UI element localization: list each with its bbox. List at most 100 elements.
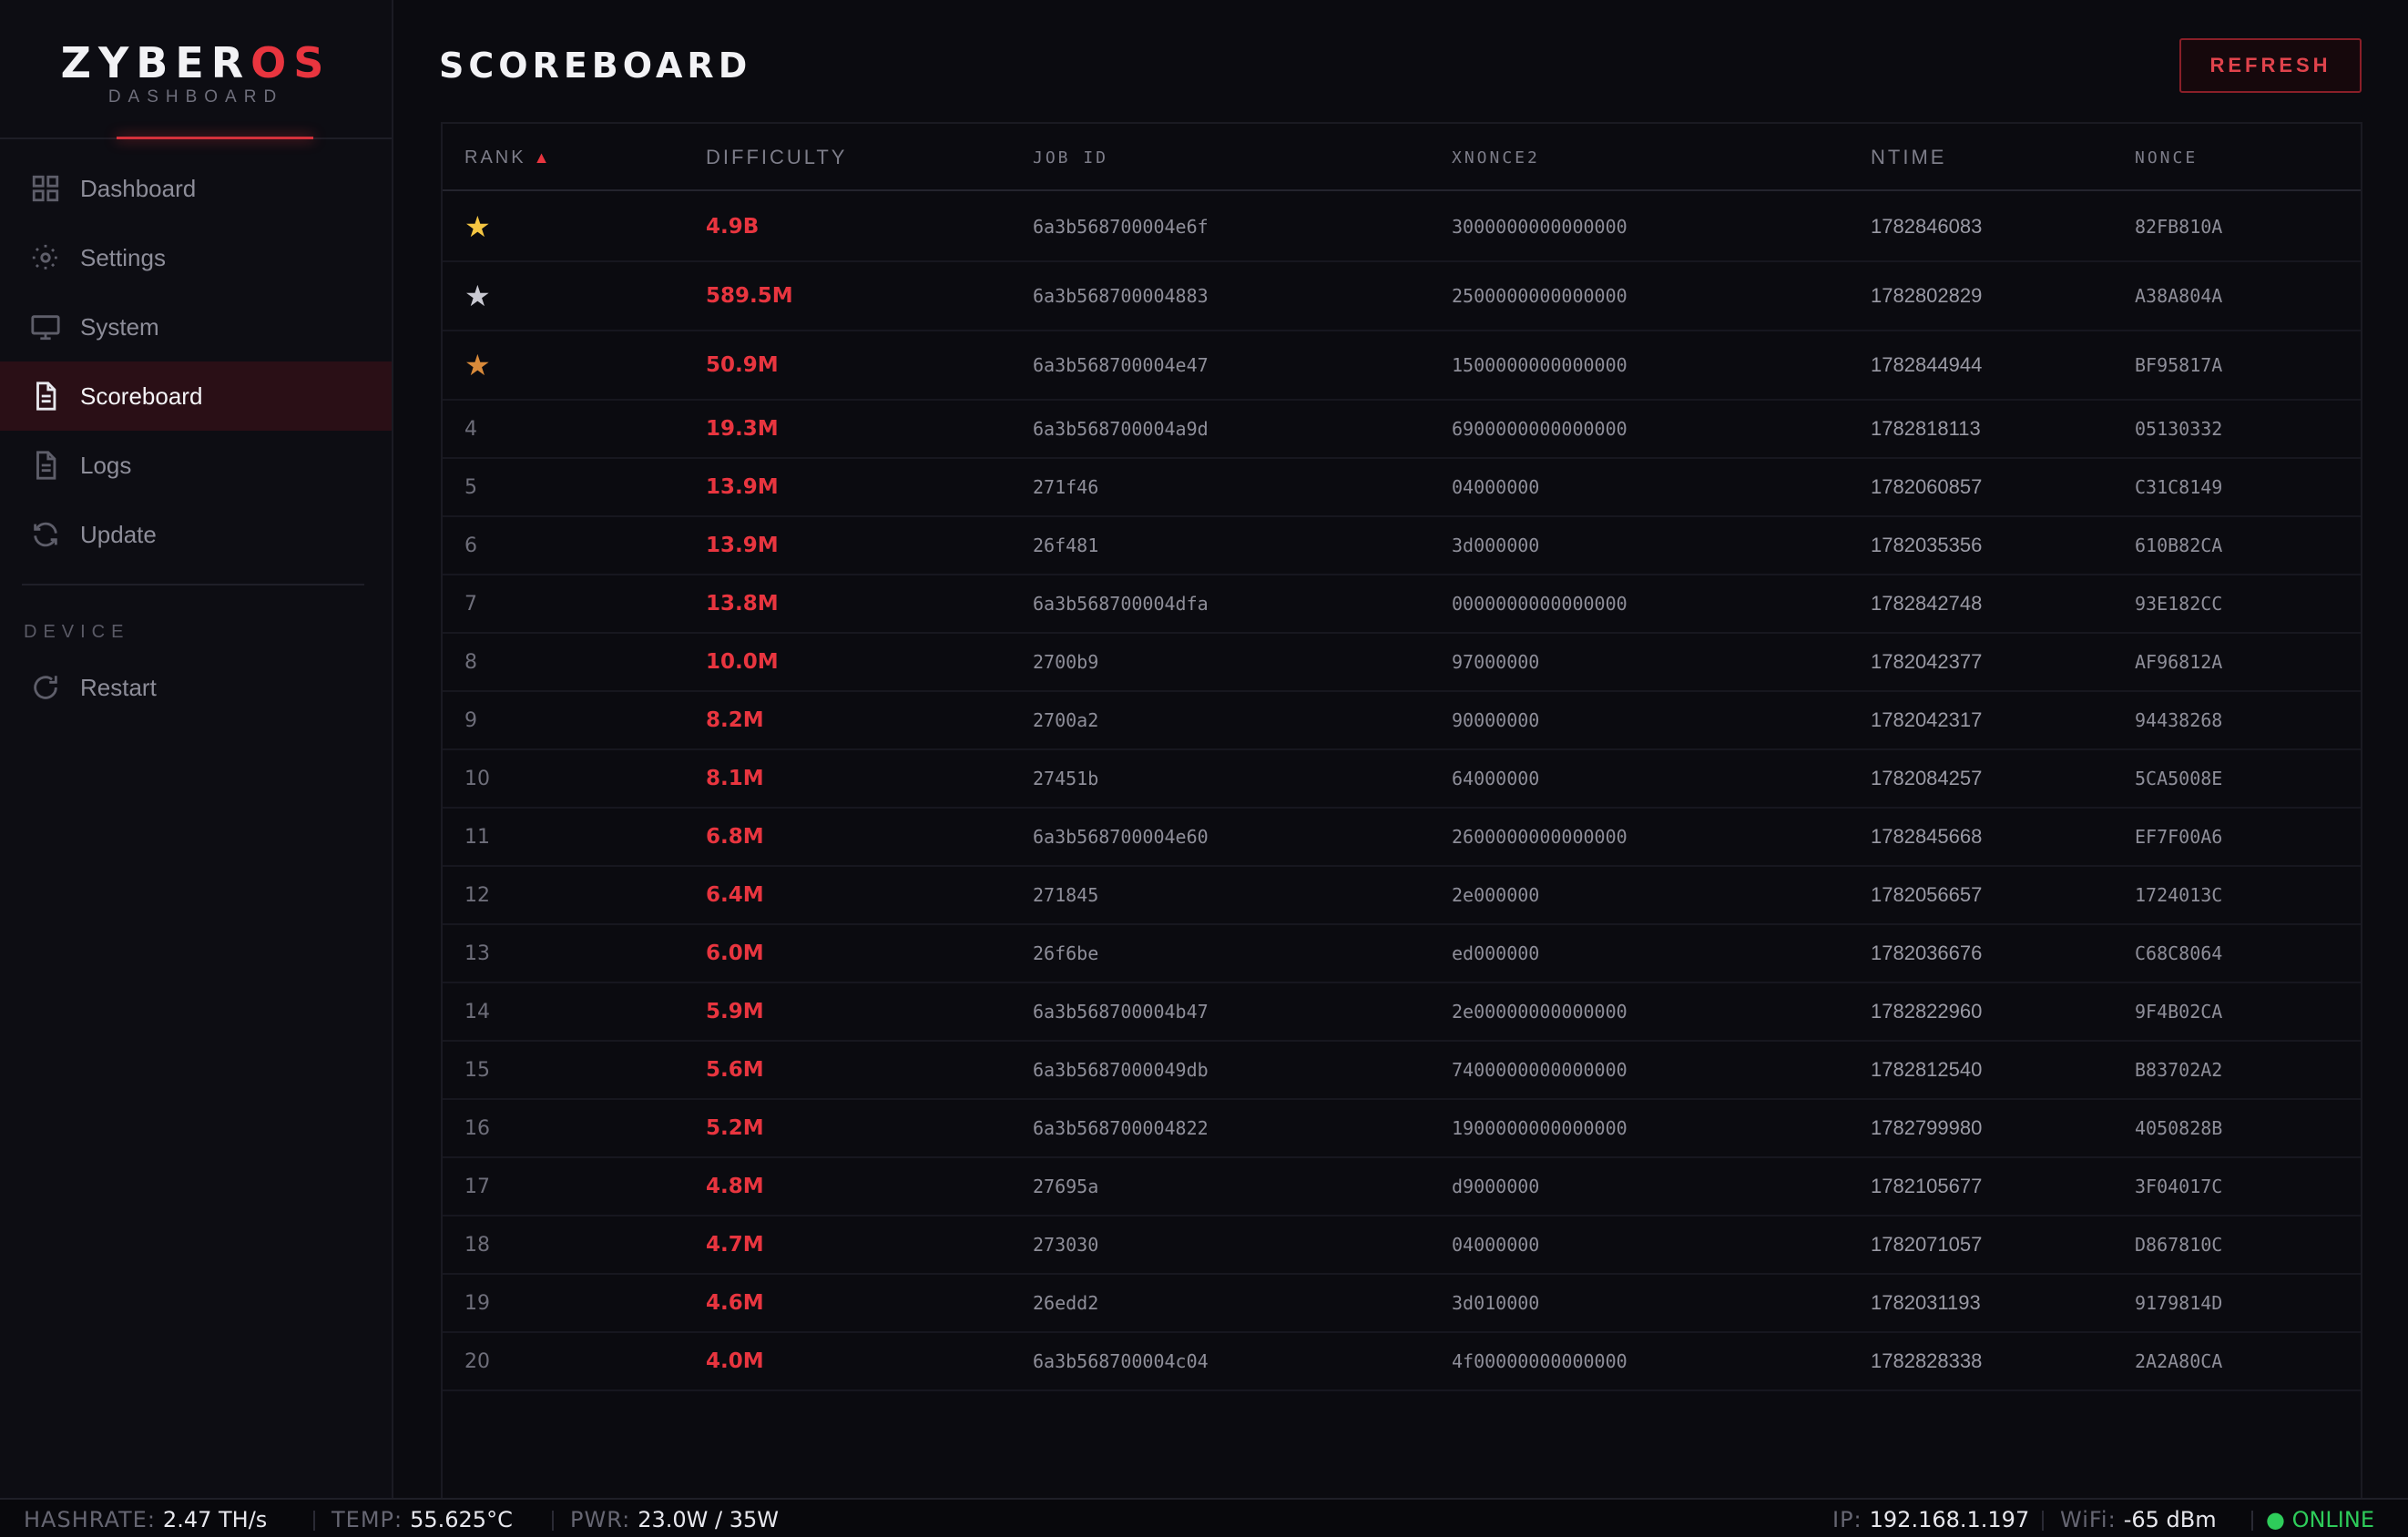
sidebar-item-scoreboard[interactable]: Scoreboard [0, 361, 392, 431]
rank-cell: 6 [464, 534, 477, 557]
table-row[interactable]: 20 4.0M 6a3b568700004c04 4f00000000000000 17… [443, 1333, 2361, 1391]
table-header: RANK ▲ DIFFICULTY JOB ID XNONCE2 NTIME NO… [443, 124, 2361, 191]
table-row[interactable]: 18 4.7M 273030 04000000 1782071057 D867810C [443, 1216, 2361, 1275]
rank-cell: 9 [464, 708, 477, 732]
temp-stat: TEMP: 55.625°C [332, 1507, 513, 1532]
table-row[interactable]: 16 5.2M 6a3b568700004822 1900000000000000 17… [443, 1100, 2361, 1158]
table-row[interactable]: 17 4.8M 27695a d9000000 1782105677 3F04017C [443, 1158, 2361, 1216]
online-status-badge: ● ONLINE [2266, 1507, 2374, 1532]
nonce-cell: 05130332 [2135, 418, 2223, 440]
table-row[interactable]: 15 5.6M 6a3b5687000049db 7400000000000000 17… [443, 1042, 2361, 1100]
table-row[interactable]: ★ 50.9M 6a3b568700004e47 1500000000000000 17… [443, 331, 2361, 401]
job-id-cell: 26edd2 [1033, 1292, 1099, 1314]
xnonce2-cell: 2600000000000000 [1452, 826, 1627, 848]
xnonce2-cell: 1900000000000000 [1452, 1117, 1627, 1139]
column-header-difficulty[interactable]: DIFFICULTY [706, 124, 847, 191]
difficulty-cell: 50.9M [706, 353, 779, 377]
table-row[interactable]: 11 6.8M 6a3b568700004e60 2600000000000000 17… [443, 809, 2361, 867]
sidebar-item-label: Logs [80, 451, 132, 479]
rank-cell: 15 [464, 1058, 490, 1082]
hashrate-stat: HASHRATE: 2.47 TH/s [24, 1507, 268, 1532]
sidebar-item-update[interactable]: Update [0, 500, 392, 569]
sort-asc-icon: ▲ [533, 148, 553, 167]
table-row[interactable]: ★ 589.5M 6a3b568700004883 2500000000000000 1… [443, 262, 2361, 331]
brand-name: ZYBEROS [60, 38, 332, 87]
table-row[interactable]: 13 6.0M 26f6be ed000000 1782036676 C68C8064 [443, 925, 2361, 983]
rank-cell: 16 [464, 1116, 490, 1140]
column-header-ntime[interactable]: NTIME [1871, 124, 1946, 191]
table-row[interactable]: 14 5.9M 6a3b568700004b47 2e00000000000000 17… [443, 983, 2361, 1042]
rank-cell: 14 [464, 1000, 490, 1023]
xnonce2-cell: 4f00000000000000 [1452, 1350, 1627, 1372]
ntime-cell: 1782799980 [1871, 1116, 1983, 1139]
job-id-cell: 2700b9 [1033, 651, 1099, 673]
rank-cell: 5 [464, 475, 477, 499]
column-header-job-id[interactable]: JOB ID [1033, 124, 1108, 191]
table-row[interactable]: 5 13.9M 271f46 04000000 1782060857 C31C8149 [443, 459, 2361, 517]
sidebar-item-system[interactable]: System [0, 292, 392, 361]
job-id-cell: 6a3b568700004b47 [1033, 1001, 1209, 1023]
nonce-cell: B83702A2 [2135, 1059, 2223, 1081]
table-row[interactable]: 12 6.4M 271845 2e000000 1782056657 1724013C [443, 867, 2361, 925]
ntime-cell: 1782071057 [1871, 1233, 1983, 1256]
sidebar-item-restart[interactable]: Restart [0, 653, 392, 722]
restart-icon [29, 671, 62, 704]
difficulty-cell: 8.2M [706, 708, 764, 732]
section-label-device: DEVICE [24, 622, 130, 642]
brand-logo[interactable]: ZYBEROS DASHBOARD [0, 0, 392, 139]
ntime-cell: 1782031193 [1871, 1291, 1981, 1314]
gear-icon [29, 241, 62, 274]
xnonce2-cell: 2e00000000000000 [1452, 1001, 1627, 1023]
job-id-cell: 26f481 [1033, 534, 1099, 556]
status-bar: HASHRATE: 2.47 TH/s TEMP: 55.625°C PWR: 23.… [0, 1498, 2408, 1537]
nonce-cell: BF95817A [2135, 354, 2223, 376]
ntime-cell: 1782060857 [1871, 475, 1983, 498]
nonce-cell: D867810C [2135, 1234, 2223, 1256]
difficulty-cell: 4.6M [706, 1291, 764, 1315]
rank-cell: ★ [464, 262, 491, 330]
job-id-cell: 6a3b568700004c04 [1033, 1350, 1209, 1372]
sidebar-item-dashboard[interactable]: Dashboard [0, 154, 392, 223]
job-id-cell: 27695a [1033, 1176, 1099, 1197]
nonce-cell: 93E182CC [2135, 593, 2223, 615]
status-separator [552, 1511, 554, 1531]
table-row[interactable]: 7 13.8M 6a3b568700004dfa 0000000000000000 17… [443, 575, 2361, 634]
ntime-cell: 1782056657 [1871, 883, 1983, 906]
difficulty-cell: 19.3M [706, 417, 779, 441]
rank-cell: 11 [464, 825, 490, 849]
table-row[interactable]: 6 13.9M 26f481 3d000000 1782035356 610B82CA [443, 517, 2361, 575]
ntime-cell: 1782842748 [1871, 592, 1983, 615]
job-id-cell: 6a3b568700004e6f [1033, 216, 1209, 238]
nonce-cell: 5CA5008E [2135, 768, 2223, 789]
job-id-cell: 6a3b568700004883 [1033, 285, 1209, 307]
sidebar-item-logs[interactable]: Logs [0, 431, 392, 500]
difficulty-cell: 5.9M [706, 1000, 764, 1023]
difficulty-cell: 4.0M [706, 1349, 764, 1373]
table-row[interactable]: 4 19.3M 6a3b568700004a9d 6900000000000000 17… [443, 401, 2361, 459]
difficulty-cell: 6.8M [706, 825, 764, 849]
column-header-rank[interactable]: RANK ▲ [464, 124, 552, 191]
table-row[interactable]: 8 10.0M 2700b9 97000000 1782042377 AF96812A [443, 634, 2361, 692]
ntime-cell: 1782036676 [1871, 942, 1983, 964]
table-row[interactable]: ★ 4.9B 6a3b568700004e6f 3000000000000000 178… [443, 193, 2361, 262]
ntime-cell: 1782084257 [1871, 767, 1983, 789]
difficulty-cell: 4.7M [706, 1233, 764, 1257]
sidebar-item-label: Scoreboard [80, 382, 203, 410]
rank-star-icon: ★ [464, 209, 491, 244]
column-header-nonce[interactable]: NONCE [2135, 124, 2198, 191]
table-row[interactable]: 19 4.6M 26edd2 3d010000 1782031193 9179814D [443, 1275, 2361, 1333]
column-header-xnonce2[interactable]: XNONCE2 [1452, 124, 1540, 191]
rank-cell: ★ [464, 331, 491, 399]
sidebar-item-label: System [80, 312, 159, 341]
sidebar-item-settings[interactable]: Settings [0, 223, 392, 292]
xnonce2-cell: 3d000000 [1452, 534, 1540, 556]
xnonce2-cell: 6900000000000000 [1452, 418, 1627, 440]
nonce-cell: 82FB810A [2135, 216, 2223, 238]
document-icon [29, 380, 62, 412]
table-row[interactable]: 9 8.2M 2700a2 90000000 1782042317 94438268 [443, 692, 2361, 750]
refresh-button[interactable]: REFRESH [2179, 38, 2362, 93]
difficulty-cell: 589.5M [706, 284, 793, 308]
xnonce2-cell: 7400000000000000 [1452, 1059, 1627, 1081]
table-row[interactable]: 10 8.1M 27451b 64000000 1782084257 5CA5008E [443, 750, 2361, 809]
nonce-cell: C31C8149 [2135, 476, 2223, 498]
